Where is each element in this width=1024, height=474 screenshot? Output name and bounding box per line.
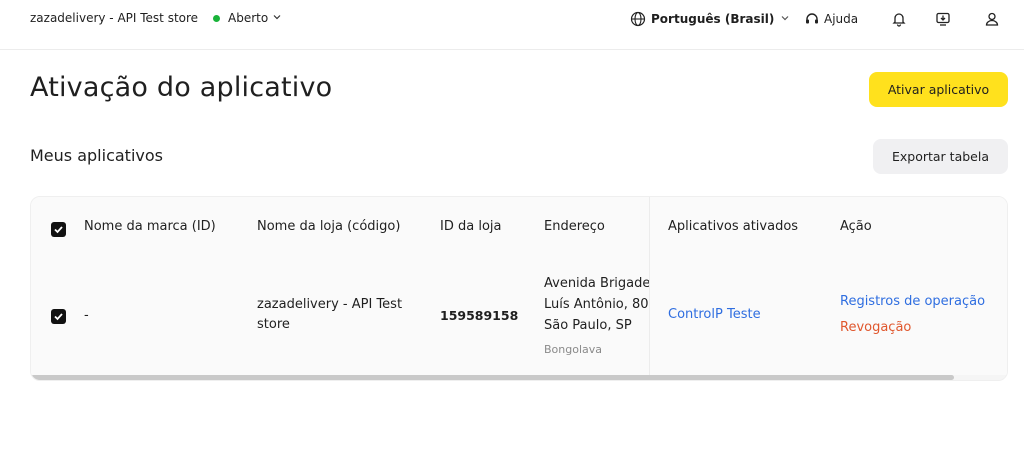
operation-logs-link[interactable]: Registros de operação — [840, 292, 985, 312]
download-icon[interactable] — [934, 10, 952, 28]
column-header-brand: Nome da marca (ID) — [84, 219, 216, 234]
cell-address-line3: São Paulo, SP — [544, 318, 632, 333]
language-label: Português (Brasil) — [651, 12, 775, 26]
column-header-store-id: ID da loja — [440, 219, 502, 234]
help-label: Ajuda — [824, 12, 859, 26]
cell-address-district: Bongolava — [544, 343, 603, 356]
status-label: Aberto — [228, 11, 269, 25]
column-header-address: Endereço — [544, 219, 605, 234]
section-title: Meus aplicativos — [30, 146, 163, 165]
column-header-apps: Aplicativos ativados — [668, 219, 799, 234]
cell-store: zazadelivery - API Test store — [257, 295, 402, 335]
cell-address: Avenida Brigadeiro Luís Antônio, 80 São … — [544, 273, 649, 360]
export-table-button[interactable]: Exportar tabela — [873, 139, 1008, 174]
bell-icon[interactable] — [890, 10, 908, 28]
row-checkbox[interactable] — [51, 309, 66, 324]
globe-icon — [630, 11, 646, 27]
headset-icon — [804, 11, 820, 27]
column-header-store: Nome da loja (código) — [257, 219, 401, 234]
status-dot-icon — [213, 14, 220, 22]
revoke-link[interactable]: Revogação — [840, 318, 911, 338]
top-bar: zazadelivery - API Test store Aberto Por… — [0, 0, 1024, 50]
store-status-dropdown[interactable]: Aberto — [213, 11, 282, 25]
user-icon[interactable] — [983, 10, 1001, 28]
select-all-checkbox[interactable] — [51, 222, 66, 237]
store-name: zazadelivery - API Test store — [30, 11, 199, 25]
page-title: Ativação do aplicativo — [30, 72, 333, 103]
cell-address-line1: Avenida Brigadeiro — [544, 276, 649, 291]
language-selector[interactable]: Português (Brasil) — [630, 11, 790, 27]
cell-store-line1: zazadelivery - API Test — [257, 297, 403, 312]
activated-app-link[interactable]: ControlP Teste — [668, 305, 761, 325]
chevron-down-icon — [272, 11, 282, 25]
horizontal-scrollbar-thumb[interactable] — [31, 375, 954, 380]
sticky-columns: Aplicativos ativados Ação ControlP Teste… — [650, 197, 1007, 375]
cell-brand: - — [84, 308, 89, 323]
chevron-down-icon — [780, 12, 790, 26]
cell-store-line2: store — [257, 317, 290, 332]
activate-app-button[interactable]: Ativar aplicativo — [869, 72, 1008, 107]
cell-address-line2: Luís Antônio, 80 — [544, 297, 649, 312]
apps-table: Nome da marca (ID) Nome da loja (código)… — [30, 196, 1008, 381]
column-header-action: Ação — [840, 219, 872, 234]
cell-store-id: 159589158 — [440, 308, 519, 323]
help-button[interactable]: Ajuda — [804, 11, 858, 27]
